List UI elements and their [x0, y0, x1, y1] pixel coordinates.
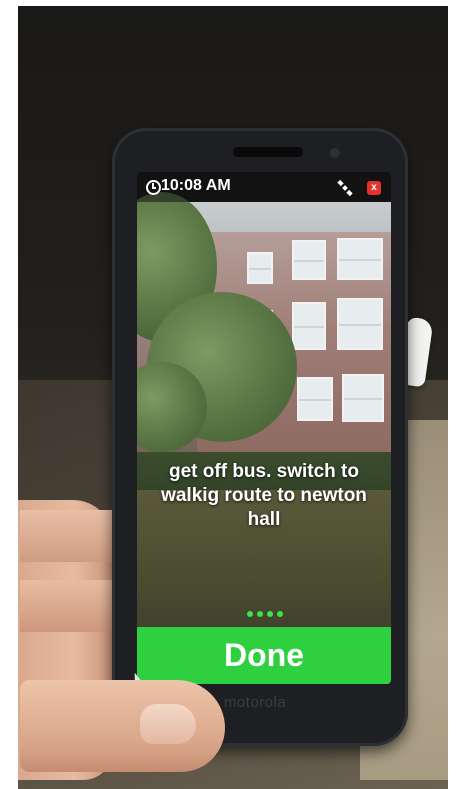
building-window [337, 298, 383, 350]
progress-dot [267, 611, 273, 617]
progress-dot [247, 611, 253, 617]
phone-screen: 10:08 AM x get off bus. switch to walkig… [137, 172, 391, 684]
progress-dot [277, 611, 283, 617]
phone-camera [330, 148, 340, 158]
building-window [292, 240, 326, 280]
photo-background: motorola 10:08 AM x get off bus. switch … [0, 0, 460, 789]
progress-dot [257, 611, 263, 617]
photo-border [0, 0, 18, 789]
done-button[interactable]: Done [137, 627, 391, 684]
phone-speaker [233, 147, 303, 157]
satellite-icon [337, 180, 353, 196]
progress-dots [235, 604, 295, 617]
building-window [247, 252, 273, 284]
building-window [292, 302, 326, 350]
building-window [297, 377, 333, 421]
close-button[interactable]: x [367, 181, 381, 195]
photo-border [448, 0, 460, 789]
time-display: 10:08 AM [161, 177, 231, 194]
building-window [337, 238, 383, 280]
photo-border [0, 0, 460, 6]
navigation-instruction: get off bus. switch to walkig route to n… [161, 461, 367, 530]
clock-icon [146, 180, 161, 195]
status-bar: 10:08 AM x [137, 172, 391, 202]
building-window [342, 374, 384, 422]
thumbnail [140, 704, 196, 744]
